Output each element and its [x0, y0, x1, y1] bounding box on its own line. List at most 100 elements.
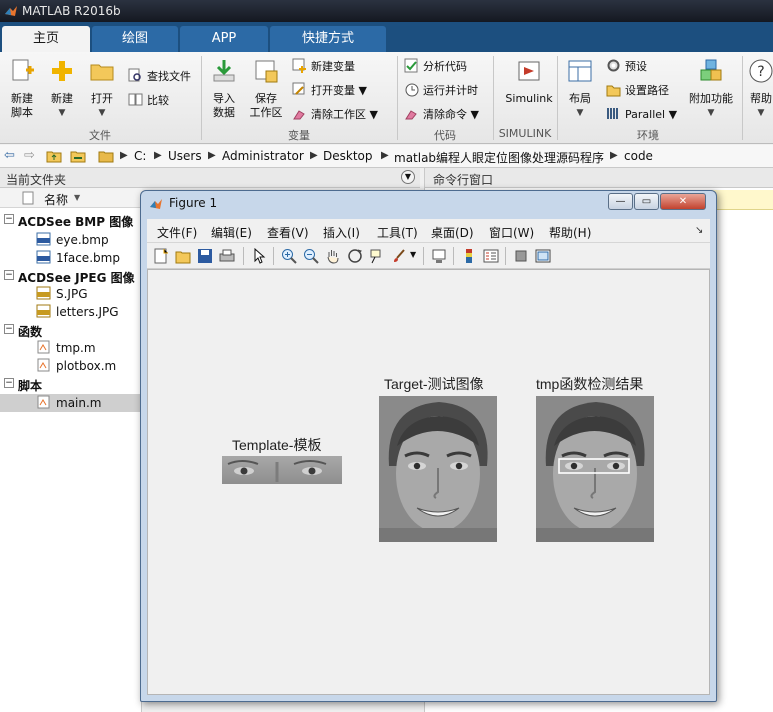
- tab-apps[interactable]: APP: [180, 26, 268, 52]
- file-item[interactable]: eye.bmp: [36, 232, 109, 247]
- save-workspace-button[interactable]: 保存 工作区: [246, 54, 286, 120]
- import-data-button[interactable]: 导入 数据: [204, 54, 244, 120]
- menu-window[interactable]: 窗口(W): [489, 224, 534, 241]
- close-button[interactable]: ✕: [660, 193, 706, 210]
- show-plot-tools-icon[interactable]: [535, 248, 551, 264]
- link-plot-icon[interactable]: [431, 248, 447, 264]
- column-header[interactable]: 名称 ▼: [0, 188, 142, 208]
- collapse-icon[interactable]: −: [4, 270, 14, 280]
- breadcrumb-separator-icon: ▶: [154, 150, 162, 161]
- open-variable-button[interactable]: 打开变量 ▼: [292, 82, 367, 100]
- file-item[interactable]: letters.JPG: [36, 304, 119, 319]
- new-button[interactable]: 新建 ▼: [42, 54, 82, 120]
- pan-hand-icon[interactable]: [325, 248, 341, 264]
- tab-plots[interactable]: 绘图: [92, 26, 178, 52]
- help-dropdown-icon[interactable]: ▼: [746, 106, 773, 120]
- clear-workspace-button[interactable]: 清除工作区 ▼: [292, 106, 378, 124]
- figure-window[interactable]: Figure 1 — ▭ ✕ 文件(F) 编辑(E) 查看(V) 插入(I) 工…: [140, 190, 717, 702]
- collapse-icon[interactable]: −: [4, 378, 14, 388]
- forward-arrow-icon[interactable]: ⇨: [24, 148, 35, 163]
- layout-button[interactable]: 布局 ▼: [560, 54, 600, 120]
- m-file-icon: [37, 395, 50, 409]
- open-dropdown-icon[interactable]: ▼: [82, 106, 122, 120]
- print-icon[interactable]: [219, 248, 235, 264]
- breadcrumb-project-folder[interactable]: matlab编程人眼定位图像处理源码程序: [394, 149, 604, 166]
- zoom-out-icon[interactable]: [303, 248, 319, 264]
- add-ons-button[interactable]: 附加功能 ▼: [686, 54, 736, 120]
- group-bmp[interactable]: − ACDSee BMP 图像: [0, 212, 142, 230]
- file-item-selected[interactable]: main.m: [36, 395, 102, 410]
- open-file-icon[interactable]: [175, 248, 191, 264]
- set-path-button[interactable]: 设置路径: [606, 82, 669, 100]
- new-variable-button[interactable]: 新建变量: [292, 58, 355, 76]
- app-title: MATLAB R2016b: [22, 4, 121, 18]
- parallel-dropdown-icon[interactable]: ▼: [669, 108, 677, 121]
- file-item[interactable]: tmp.m: [36, 340, 96, 355]
- find-files-button[interactable]: 查找文件: [128, 68, 191, 86]
- ribbon-toolbar: 新建 脚本 新建 ▼ 打开 ▼ 查找文件 比较 文件 导入 数据 保存 工作区 …: [0, 52, 773, 144]
- rotate-3d-icon[interactable]: [347, 248, 363, 264]
- menu-help[interactable]: 帮助(H): [549, 224, 591, 241]
- data-cursor-icon[interactable]: [369, 248, 385, 264]
- layout-dropdown-icon[interactable]: ▼: [560, 106, 600, 120]
- open-button[interactable]: 打开 ▼: [82, 54, 122, 120]
- hide-plot-tools-icon[interactable]: [513, 248, 529, 264]
- brush-dropdown-icon[interactable]: ▼: [410, 250, 416, 259]
- legend-icon[interactable]: [483, 248, 499, 264]
- menu-view[interactable]: 查看(V): [267, 224, 309, 241]
- save-icon[interactable]: [197, 248, 213, 264]
- new-script-button[interactable]: 新建 脚本: [2, 54, 42, 120]
- browse-folder-icon[interactable]: [70, 149, 86, 163]
- collapse-icon[interactable]: −: [4, 324, 14, 334]
- breadcrumb-administrator[interactable]: Administrator: [222, 149, 304, 163]
- analyze-code-label: 分析代码: [423, 60, 467, 73]
- simulink-button[interactable]: Simulink: [504, 54, 554, 106]
- pointer-icon[interactable]: [251, 248, 267, 264]
- breadcrumb-users[interactable]: Users: [168, 149, 202, 163]
- clear-commands-dropdown-icon[interactable]: ▼: [471, 108, 479, 121]
- breadcrumb-code[interactable]: code: [624, 149, 653, 163]
- new-figure-icon[interactable]: [153, 248, 169, 264]
- jpeg-file-icon: [36, 304, 51, 318]
- group-jpeg[interactable]: − ACDSee JPEG 图像: [0, 268, 142, 286]
- file-item[interactable]: S.JPG: [36, 286, 88, 301]
- analyze-code-button[interactable]: 分析代码: [404, 58, 467, 76]
- import-data-icon: [213, 60, 235, 82]
- breadcrumb-drive[interactable]: C:: [134, 149, 146, 163]
- file-item[interactable]: plotbox.m: [36, 358, 116, 373]
- new-dropdown-icon[interactable]: ▼: [42, 106, 82, 120]
- help-button[interactable]: ? 帮助 ▼: [746, 54, 773, 120]
- compare-button[interactable]: 比较: [128, 92, 169, 110]
- brush-icon[interactable]: [391, 248, 407, 264]
- menu-insert[interactable]: 插入(I): [323, 224, 360, 241]
- figure-canvas[interactable]: Template-模板 Target-测试图像 tmp函数检测结果: [147, 269, 710, 695]
- dock-arrow-icon[interactable]: ↘: [695, 225, 703, 236]
- menu-tools[interactable]: 工具(T): [377, 224, 418, 241]
- menu-edit[interactable]: 编辑(E): [211, 224, 252, 241]
- clear-workspace-dropdown-icon[interactable]: ▼: [370, 108, 378, 121]
- up-folder-icon[interactable]: [46, 149, 62, 163]
- collapse-icon[interactable]: −: [4, 214, 14, 224]
- file-item[interactable]: 1face.bmp: [36, 250, 120, 265]
- breadcrumb-desktop[interactable]: Desktop: [323, 149, 373, 163]
- minimize-button[interactable]: —: [608, 193, 633, 210]
- back-arrow-icon[interactable]: ⇦: [4, 148, 15, 163]
- tab-shortcuts[interactable]: 快捷方式: [270, 26, 386, 52]
- clear-commands-button[interactable]: 清除命令 ▼: [404, 106, 479, 124]
- zoom-in-icon[interactable]: [281, 248, 297, 264]
- tab-home[interactable]: 主页: [2, 26, 90, 52]
- run-and-time-button[interactable]: 运行并计时: [404, 82, 478, 100]
- maximize-button[interactable]: ▭: [634, 193, 659, 210]
- group-scripts[interactable]: − 脚本: [0, 376, 142, 394]
- open-variable-dropdown-icon[interactable]: ▼: [359, 84, 367, 97]
- add-ons-dropdown-icon[interactable]: ▼: [686, 106, 736, 120]
- panel-actions-icon[interactable]: ▼: [401, 170, 415, 184]
- parallel-button[interactable]: Parallel ▼: [606, 106, 677, 124]
- menu-desktop[interactable]: 桌面(D): [431, 224, 474, 241]
- matlab-logo-icon: [150, 199, 162, 209]
- help-label: 帮助: [750, 92, 772, 105]
- menu-file[interactable]: 文件(F): [157, 224, 197, 241]
- preferences-button[interactable]: 预设: [606, 58, 647, 76]
- colorbar-icon[interactable]: [461, 248, 477, 264]
- group-functions[interactable]: − 函数: [0, 322, 142, 340]
